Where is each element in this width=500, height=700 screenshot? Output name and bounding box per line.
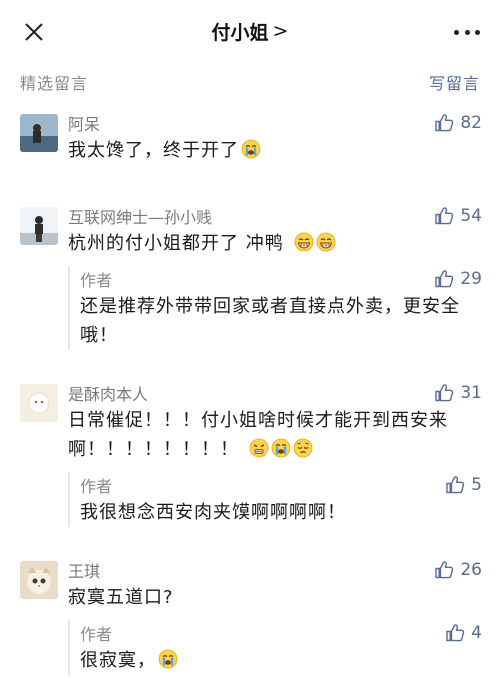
crying-face-icon [241,139,261,159]
reply-text: 我很想念西安肉夹馍啊啊啊啊！ [80,502,346,523]
thumbs-up-icon [445,475,465,495]
comment-text: 杭州的付小姐都开了 冲鸭 [68,229,482,258]
author-reply: 作者 5 我很想念西安肉夹馍啊啊啊啊！ [68,472,482,527]
thumbs-up-icon [434,269,454,289]
write-comment-link[interactable]: 写留言 [429,70,480,94]
comment-author[interactable]: 阿呆 [68,111,100,135]
thumbs-up-icon [434,206,454,226]
selected-comments-label: 精选留言 [20,74,89,93]
grin-face-icon [316,232,336,252]
like-count: 31 [460,383,482,403]
like-button[interactable]: 54 [434,206,482,226]
comment-text: 我太馋了，终于开了 [68,136,482,165]
like-count: 26 [460,560,482,580]
author-reply: 作者 29 还是推荐外带带回家或者直接点外卖，更安全哦！ [68,266,482,350]
thumbs-up-icon [434,113,454,133]
comment-item: 互联网绅士—孙小贱 54 杭州的付小姐都开了 冲鸭 作者 29 还是推荐外带带回… [0,203,500,350]
grin-face-icon [294,232,314,252]
close-icon[interactable] [22,20,46,44]
avatar[interactable] [20,561,58,599]
pensive-face-icon [293,438,313,458]
page-title[interactable]: 付小姐 > [212,18,289,45]
reply-author: 作者 [80,625,113,644]
comment-item: 是酥肉本人 31 日常催促！！！付小姐啥时候才能开到西安来啊！！！！！！！！ 作… [0,380,500,527]
avatar[interactable] [20,384,58,422]
nav-bar: 付小姐 > [0,0,500,62]
chevron-right-icon: > [272,20,289,42]
reply-text: 很寂寞， [80,646,482,675]
reply-author: 作者 [80,477,113,496]
comment-item: 王琪 26 寂寞五道口? 作者 4 很寂寞， [0,557,500,675]
like-button[interactable]: 31 [434,383,482,403]
comment-item: 阿呆 82 我太馋了，终于开了 [0,110,500,165]
like-count: 5 [471,475,482,495]
like-count: 4 [471,623,482,643]
thumbs-up-icon [445,623,465,643]
like-count: 54 [460,206,482,226]
page-title-text: 付小姐 [211,21,269,44]
like-button[interactable]: 29 [434,269,482,289]
like-count: 29 [460,269,482,289]
comments-header: 精选留言 写留言 [0,62,500,102]
thumbs-up-icon [434,560,454,580]
author-reply: 作者 4 很寂寞， [68,620,482,675]
reply-text: 还是推荐外带带回家或者直接点外卖，更安全哦！ [80,296,460,346]
comment-author[interactable]: 是酥肉本人 [68,381,148,405]
like-button[interactable]: 26 [434,560,482,580]
avatar[interactable] [20,207,58,245]
like-button[interactable]: 4 [445,623,482,643]
more-options-icon[interactable] [454,20,480,44]
comment-text: 日常催促！！！付小姐啥时候才能开到西安来啊！！！！！！！！ [68,410,448,460]
like-count: 82 [460,113,482,133]
comment-author[interactable]: 王琪 [68,558,100,582]
crying-face-icon [271,438,291,458]
thumbs-up-icon [434,383,454,403]
like-button[interactable]: 5 [445,475,482,495]
angry-face-icon [249,438,269,458]
comment-author[interactable]: 互联网绅士—孙小贱 [68,204,212,228]
like-button[interactable]: 82 [434,113,482,133]
avatar[interactable] [20,114,58,152]
reply-author: 作者 [80,271,113,290]
comment-text: 寂寞五道口? [68,587,174,608]
crying-face-icon [158,649,178,669]
